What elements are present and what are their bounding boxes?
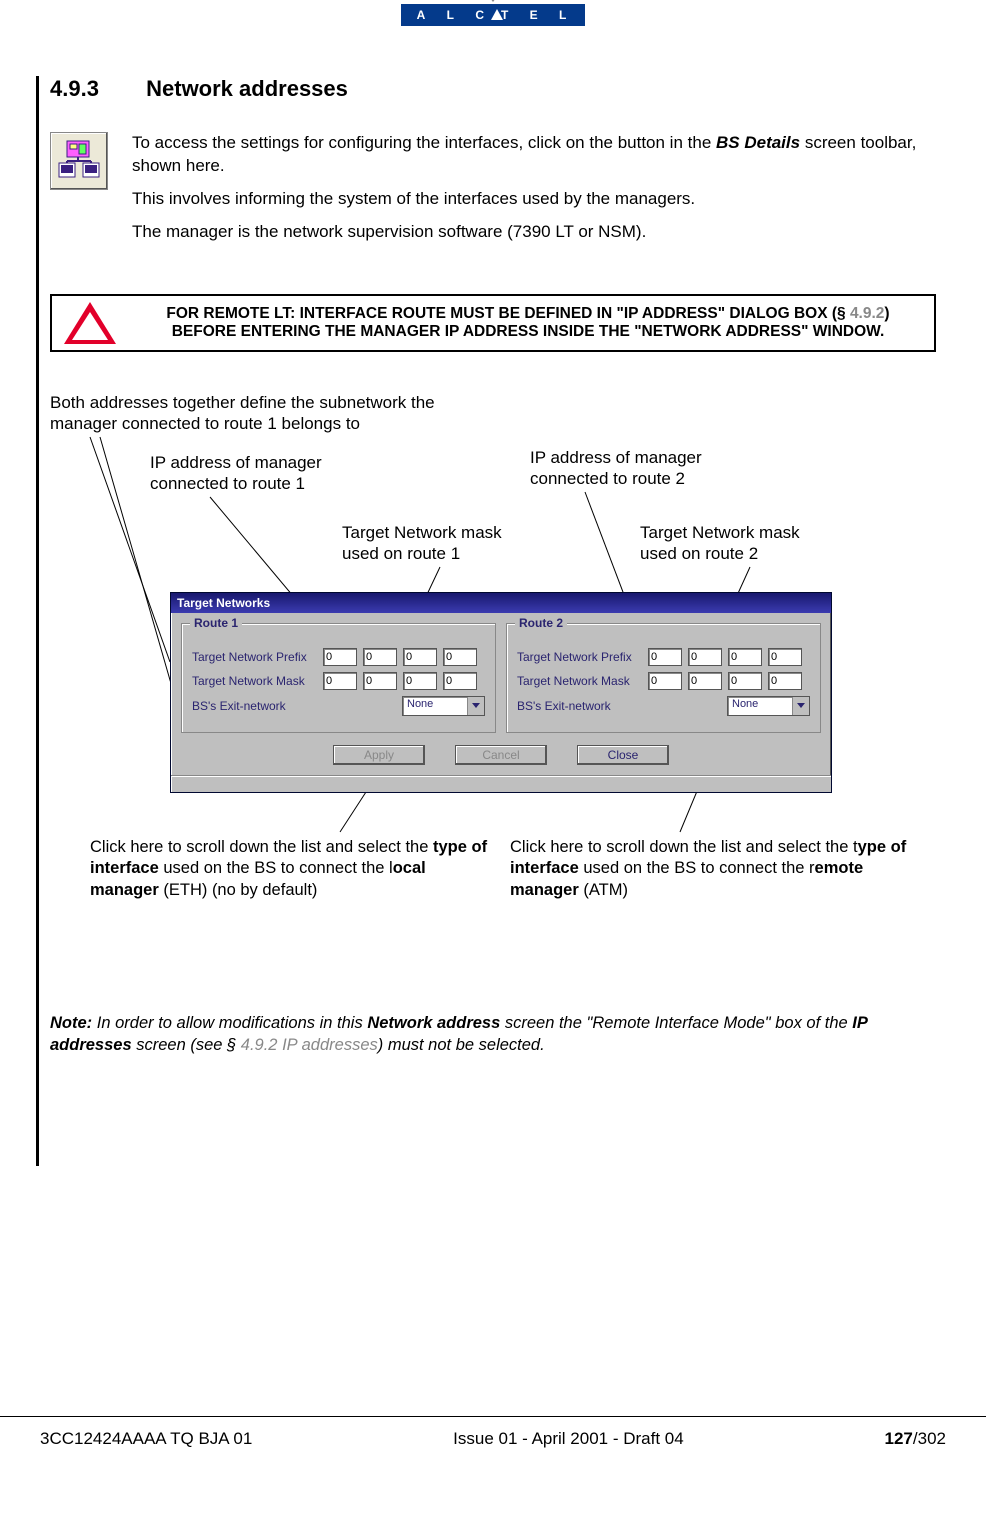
footer-issue: Issue 01 - April 2001 - Draft 04 xyxy=(453,1429,684,1449)
input-r1-prefix-0[interactable] xyxy=(323,648,357,666)
footer-doc-id: 3CC12424AAAA TQ BJA 01 xyxy=(40,1429,252,1449)
intro-p2: This involves informing the system of th… xyxy=(132,188,946,211)
input-r2-prefix-1[interactable] xyxy=(688,648,722,666)
section-title: Network addresses xyxy=(146,76,348,101)
footer-page-number: 127/302 xyxy=(885,1429,946,1449)
input-r2-prefix-0[interactable] xyxy=(648,648,682,666)
group-title-route1: Route 1 xyxy=(190,616,242,630)
dialog-statusbar xyxy=(171,775,831,792)
chevron-down-icon[interactable] xyxy=(467,697,484,715)
input-r2-prefix-2[interactable] xyxy=(728,648,762,666)
annotation-ip-route1: IP address of manager connected to route… xyxy=(150,452,360,495)
cross-ref-link[interactable]: 4.9.2 IP addresses xyxy=(241,1036,378,1054)
group-route2: Route 2 Target Network Prefix Target Net… xyxy=(506,623,821,733)
group-title-route2: Route 2 xyxy=(515,616,567,630)
cancel-button[interactable]: Cancel xyxy=(455,745,547,765)
input-r2-prefix-3[interactable] xyxy=(768,648,802,666)
select-r1-exit[interactable]: None xyxy=(402,696,485,716)
input-r1-prefix-3[interactable] xyxy=(443,648,477,666)
input-r2-mask-2[interactable] xyxy=(728,672,762,690)
label-r2-prefix: Target Network Prefix xyxy=(517,650,642,664)
note-block: Note: In order to allow modifications in… xyxy=(50,1012,936,1057)
group-route1: Route 1 Target Network Prefix Target Net… xyxy=(181,623,496,733)
input-r1-mask-1[interactable] xyxy=(363,672,397,690)
input-r2-mask-3[interactable] xyxy=(768,672,802,690)
input-r1-mask-0[interactable] xyxy=(323,672,357,690)
section-number: 4.9.3 xyxy=(50,76,140,102)
callout-remote-manager: Click here to scroll down the list and s… xyxy=(510,837,920,901)
input-r1-prefix-1[interactable] xyxy=(363,648,397,666)
input-r1-prefix-2[interactable] xyxy=(403,648,437,666)
annotation-ip-route2: IP address of manager connected to route… xyxy=(530,447,740,490)
warning-triangle-icon xyxy=(64,302,116,344)
close-button[interactable]: Close xyxy=(577,745,669,765)
cross-ref-link[interactable]: 4.9.2 xyxy=(850,305,884,322)
warning-text: FOR REMOTE LT: INTERFACE ROUTE MUST BE D… xyxy=(134,305,922,341)
dialog-titlebar: Target Networks xyxy=(171,593,831,613)
warning-box: FOR REMOTE LT: INTERFACE ROUTE MUST BE D… xyxy=(50,294,936,352)
margin-bar xyxy=(36,76,39,1166)
network-toolbar-icon xyxy=(50,132,108,190)
annotation-mask-route2: Target Network mask used on route 2 xyxy=(640,522,840,565)
brand-logo: A L CT E L xyxy=(401,4,586,26)
input-r2-mask-1[interactable] xyxy=(688,672,722,690)
label-r1-exit: BS's Exit-network xyxy=(192,699,317,713)
label-r2-exit: BS's Exit-network xyxy=(517,699,642,713)
page-footer: 3CC12424AAAA TQ BJA 01 Issue 01 - April … xyxy=(0,1416,986,1461)
input-r1-mask-3[interactable] xyxy=(443,672,477,690)
annotation-subnetwork: Both addresses together define the subne… xyxy=(50,392,470,435)
label-r2-mask: Target Network Mask xyxy=(517,674,642,688)
input-r1-mask-2[interactable] xyxy=(403,672,437,690)
apply-button[interactable]: Apply xyxy=(333,745,425,765)
target-networks-dialog: Target Networks Route 1 Target Network P… xyxy=(170,592,832,793)
intro-p3: The manager is the network supervision s… xyxy=(132,221,946,244)
label-r1-prefix: Target Network Prefix xyxy=(192,650,317,664)
section-heading: 4.9.3 Network addresses xyxy=(50,76,946,102)
triangle-up-icon xyxy=(491,9,503,20)
label-r1-mask: Target Network Mask xyxy=(192,674,317,688)
chevron-down-icon[interactable] xyxy=(792,697,809,715)
intro-p1: To access the settings for configuring t… xyxy=(132,132,946,178)
annotation-mask-route1: Target Network mask used on route 1 xyxy=(342,522,542,565)
callout-local-manager: Click here to scroll down the list and s… xyxy=(90,837,490,901)
select-r2-exit[interactable]: None xyxy=(727,696,810,716)
input-r2-mask-0[interactable] xyxy=(648,672,682,690)
